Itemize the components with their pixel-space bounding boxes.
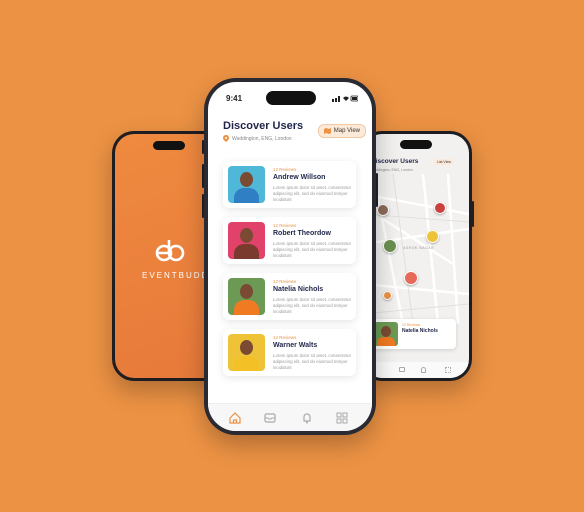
location-pin-icon <box>223 135 229 142</box>
location-row: Waddington, ENG, London <box>223 135 292 142</box>
review-count: 12 Reviews <box>273 279 297 284</box>
map-area-label: ASHOK NAGAR <box>403 246 435 250</box>
grid-icon[interactable] <box>445 367 451 373</box>
bell-icon[interactable] <box>300 411 314 425</box>
user-description: Lorem ipsum dolor sit amet, consectetur … <box>273 185 352 202</box>
discover-screen: 9:41 Discover Users Waddington, ENG, Lon… <box>208 82 372 431</box>
user-card[interactable]: 12 Reviews Andrew Willson Lorem ipsum dolo… <box>223 161 356 208</box>
map-view-label: Map View <box>333 128 360 134</box>
map-screen: Discover Users Waddington, ENG, London L… <box>363 134 469 378</box>
user-pin[interactable] <box>404 271 418 285</box>
map-icon <box>323 128 331 134</box>
avatar <box>228 166 265 203</box>
user-name: Robert Theordow <box>273 230 331 237</box>
home-icon[interactable] <box>228 411 242 425</box>
dynamic-island <box>266 91 316 105</box>
map-card-reviews: 12 Reviews <box>402 323 421 327</box>
avatar <box>228 222 265 259</box>
inbox-icon[interactable] <box>399 367 405 372</box>
bottom-tabbar <box>208 403 372 431</box>
user-card[interactable]: 12 Reviews Warner Walts Lorem ipsum dolor … <box>223 329 356 376</box>
discover-phone: 9:41 Discover Users Waddington, ENG, Lon… <box>202 78 378 435</box>
status-time: 9:41 <box>226 94 243 103</box>
dynamic-island <box>400 140 432 149</box>
review-count: 12 Reviews <box>273 335 297 340</box>
user-name: Andrew Willson <box>273 174 326 181</box>
map-tabbar <box>363 362 469 378</box>
user-card[interactable]: 12 Reviews Natelia Nichols Lorem ipsum dol… <box>223 273 356 320</box>
map-title: Discover Users <box>371 158 419 165</box>
dynamic-island <box>153 141 185 150</box>
map-user-card[interactable]: 12 Reviews Natelia Nichols <box>371 319 456 349</box>
avatar <box>228 278 265 315</box>
grid-icon[interactable] <box>335 411 349 425</box>
map-card-name: Natelia Nichols <box>402 328 438 334</box>
status-icons <box>332 95 358 102</box>
user-pin[interactable] <box>377 204 389 216</box>
avatar <box>228 334 265 371</box>
map-view-button[interactable]: Map View <box>317 124 366 138</box>
user-description: Lorem ipsum dolor sit amet, consectetur … <box>273 353 352 370</box>
map-location: Waddington, ENG, London <box>371 168 413 172</box>
user-description: Lorem ipsum dolor sit amet, consectetur … <box>273 297 352 314</box>
inbox-icon[interactable] <box>263 411 277 425</box>
avatar <box>374 322 398 346</box>
user-pin[interactable] <box>426 230 439 243</box>
user-description: Lorem ipsum dolor sit amet, consectetur … <box>273 241 352 258</box>
review-count: 12 Reviews <box>273 167 297 172</box>
user-pin[interactable] <box>383 291 392 300</box>
bell-icon[interactable] <box>421 367 426 373</box>
list-view-button[interactable]: List View <box>434 159 454 165</box>
map-phone: Discover Users Waddington, ENG, London L… <box>360 131 474 381</box>
eventbuddy-logo-icon <box>155 240 185 262</box>
user-pin[interactable] <box>434 202 446 214</box>
user-name: Natelia Nichols <box>273 286 324 293</box>
location-text: Waddington, ENG, London <box>232 135 292 142</box>
user-name: Warner Walts <box>273 342 318 349</box>
review-count: 12 Reviews <box>273 223 297 228</box>
user-pin[interactable] <box>383 239 397 253</box>
page-title: Discover Users <box>223 120 304 132</box>
user-card[interactable]: 12 Reviews Robert Theordow Lorem ipsum dol… <box>223 217 356 264</box>
